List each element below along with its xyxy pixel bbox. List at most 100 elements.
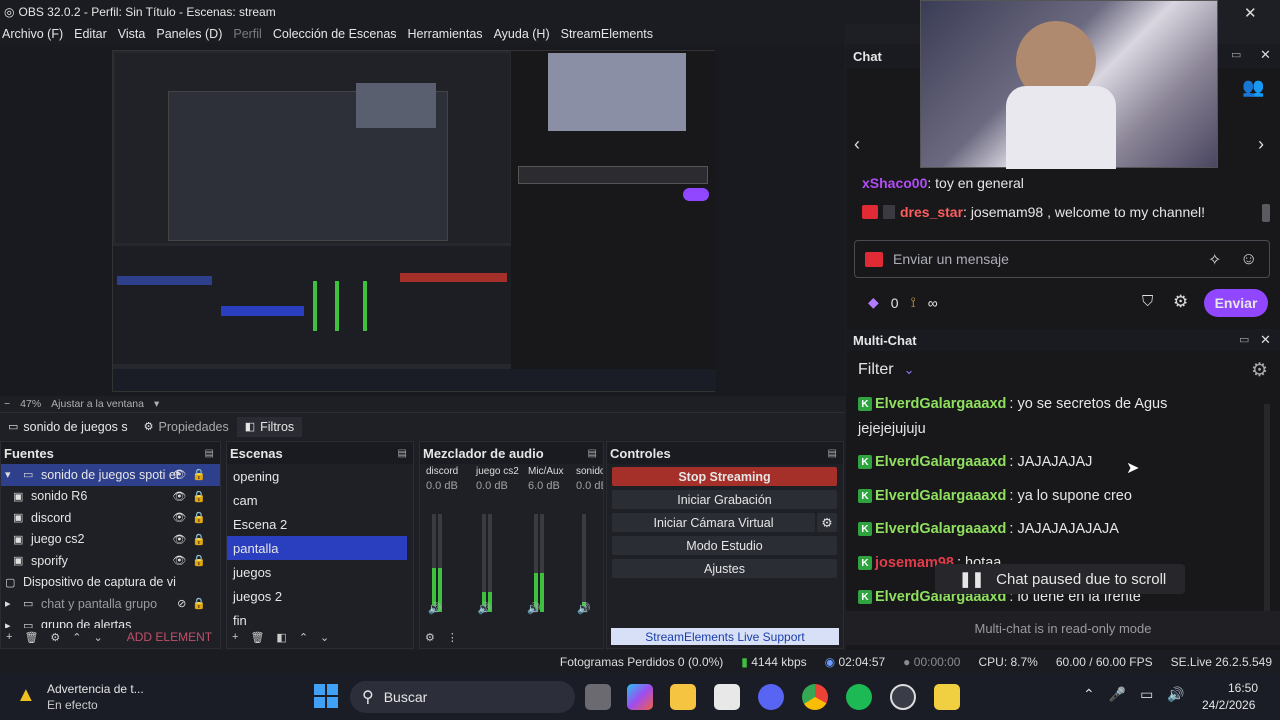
clock-time[interactable]: 16:50 [1228, 681, 1258, 695]
preview-canvas[interactable] [112, 50, 716, 392]
chevron-down-icon[interactable]: ▾ [154, 398, 159, 410]
shield-icon[interactable]: ⛉ [1142, 293, 1153, 310]
expand-arrow-icon[interactable]: ▾ [5, 468, 19, 481]
add-icon[interactable]: + [6, 631, 12, 643]
source-item[interactable]: ▾ ▭ sonido de juegos spoti et 👁🔒 [1, 464, 220, 486]
dock-float-icon[interactable]: ▭ [1231, 48, 1241, 61]
source-item[interactable]: ▣ sonido R6 👁🔒 [1, 486, 220, 508]
stop-streaming-button[interactable]: Stop Streaming [612, 467, 837, 486]
menu-ayuda[interactable]: Ayuda (H) [494, 27, 550, 41]
menu-herramientas[interactable]: Herramientas [408, 27, 483, 41]
visibility-lock-icons[interactable]: 👁🔒 [172, 490, 212, 503]
channel-points[interactable]: ◆ 0 ⟟ ∞ [868, 294, 938, 311]
menu-archivo[interactable]: Archivo (F) [2, 27, 63, 41]
visibility-lock-icons[interactable]: 👁🔒 [172, 554, 212, 567]
menu-perfil[interactable]: Perfil [233, 27, 261, 41]
source-item[interactable]: ▢ Dispositivo de captura de vi [1, 572, 220, 594]
virtual-camera-button[interactable]: Iniciar Cámara Virtual [612, 513, 815, 532]
chevron-left-icon[interactable]: ‹ [854, 134, 860, 155]
chevron-right-icon[interactable]: › [1258, 134, 1264, 155]
dock-close-icon[interactable]: ✕ [1260, 332, 1271, 348]
down-icon[interactable]: ⌄ [94, 631, 103, 644]
chat-scrollbar[interactable] [1262, 204, 1270, 222]
zoom-level[interactable]: 47% [20, 398, 41, 410]
up-icon[interactable]: ⌃ [72, 631, 81, 644]
filter-icon[interactable]: ◧ [276, 631, 286, 644]
source-item[interactable]: ▣ discord 👁🔒 [1, 507, 220, 529]
app-icon[interactable] [934, 684, 960, 710]
visibility-lock-icons[interactable]: 👁🔒 [172, 468, 212, 481]
copilot-icon[interactable] [627, 684, 653, 710]
notification-title[interactable]: Advertencia de t... [47, 682, 144, 696]
chat-username[interactable]: xShaco00 [862, 175, 927, 191]
scene-item[interactable]: juegos 2 [227, 584, 407, 608]
menu-editar[interactable]: Editar [74, 27, 107, 41]
down-icon[interactable]: ⌄ [320, 631, 329, 644]
more-icon[interactable]: ⋮ [447, 631, 458, 644]
source-item[interactable]: ▸ ▭ chat y pantalla grupo ⊘🔒 [1, 593, 220, 615]
menu-streamelements[interactable]: StreamElements [561, 27, 653, 41]
scene-item[interactable]: cam [227, 488, 407, 512]
tab-properties[interactable]: ⚙ Propiedades [136, 417, 237, 437]
file-explorer-icon[interactable] [670, 684, 696, 710]
start-recording-button[interactable]: Iniciar Grabación [612, 490, 837, 509]
trash-icon[interactable]: 🗑 [24, 631, 38, 644]
bits-icon[interactable]: ✧ [1208, 250, 1221, 270]
mc-username[interactable]: ElverdGalargaaaxd [875, 396, 1006, 412]
obs-taskbar-icon[interactable] [890, 684, 916, 710]
mc-username[interactable]: ElverdGalargaaaxd [875, 521, 1006, 537]
source-item[interactable]: ▣ sporify 👁🔒 [1, 550, 220, 572]
dock-menu-icon[interactable]: ▤ [828, 448, 837, 459]
emoji-icon[interactable]: ☺ [1240, 249, 1257, 269]
mixer-mute-icons[interactable]: 🔊🔊🔊🔊 [428, 602, 603, 615]
mc-username[interactable]: ElverdGalargaaaxd [875, 454, 1006, 470]
minus-icon[interactable]: − [4, 398, 10, 410]
menu-vista[interactable]: Vista [118, 27, 146, 41]
fit-window[interactable]: Ajustar a la ventana [51, 398, 144, 410]
gear-icon[interactable]: ⚙ [1251, 359, 1268, 382]
streamelements-support-button[interactable]: StreamElements Live Support [611, 628, 839, 645]
windows-start-icon[interactable] [314, 684, 338, 708]
scene-item[interactable]: juegos [227, 560, 407, 584]
visibility-lock-icons[interactable]: 👁🔒 [172, 511, 212, 524]
add-element-button[interactable]: ADD ELEMENT [127, 630, 212, 644]
source-item[interactable]: ▣ juego cs2 👁🔒 [1, 529, 220, 551]
menu-paneles[interactable]: Paneles (D) [156, 27, 222, 41]
menu-coleccion[interactable]: Colección de Escenas [273, 27, 397, 41]
spotify-icon[interactable] [846, 684, 872, 710]
dock-float-icon[interactable]: ▭ [1239, 333, 1249, 346]
send-button[interactable]: Enviar [1204, 289, 1268, 317]
studio-mode-button[interactable]: Modo Estudio [612, 536, 837, 555]
dock-menu-icon[interactable]: ▤ [588, 448, 597, 459]
chat-username[interactable]: dres_star [900, 204, 963, 220]
multichat-scrollbar[interactable] [1264, 404, 1270, 619]
expand-arrow-icon[interactable]: ▸ [5, 597, 19, 610]
tab-filters[interactable]: ◧ Filtros [236, 416, 303, 437]
visibility-lock-icons[interactable]: 👁🔒 [172, 533, 212, 546]
scene-item[interactable]: Escena 2 [227, 512, 407, 536]
discord-icon[interactable] [758, 684, 784, 710]
gear-icon[interactable]: ⚙ [1173, 292, 1188, 312]
up-icon[interactable]: ⌃ [299, 631, 308, 644]
dock-menu-icon[interactable]: ▤ [205, 448, 214, 459]
chat-paused-banner[interactable]: ❚❚ Chat paused due to scroll [935, 564, 1185, 594]
system-tray-icons[interactable]: ⌃🎤▭🔊 [1083, 686, 1199, 703]
visibility-lock-icons[interactable]: ⊘🔒 [177, 597, 212, 610]
taskbar-search[interactable]: ⚲ Buscar [350, 681, 575, 713]
chrome-icon[interactable] [802, 684, 828, 710]
advanced-audio-icon[interactable]: ⚙ [425, 631, 435, 644]
virtual-camera-settings-icon[interactable]: ⚙ [817, 513, 837, 532]
add-icon[interactable]: + [232, 631, 238, 643]
warning-icon[interactable]: ▲ [16, 684, 36, 707]
gear-icon[interactable]: ⚙ [50, 631, 60, 644]
dock-close-icon[interactable]: ✕ [1260, 47, 1271, 63]
store-icon[interactable] [714, 684, 740, 710]
clock-date[interactable]: 24/2/2026 [1202, 698, 1255, 712]
window-close-button[interactable]: ✕ [1244, 4, 1257, 22]
scene-item-selected[interactable]: pantalla [227, 536, 407, 560]
task-view-icon[interactable] [585, 684, 611, 710]
settings-button[interactable]: Ajustes [612, 559, 837, 578]
scene-item[interactable]: opening [227, 464, 407, 488]
filter-dropdown[interactable]: Filter ⌄ [858, 361, 914, 379]
users-icon[interactable]: 👥 [1242, 77, 1264, 98]
